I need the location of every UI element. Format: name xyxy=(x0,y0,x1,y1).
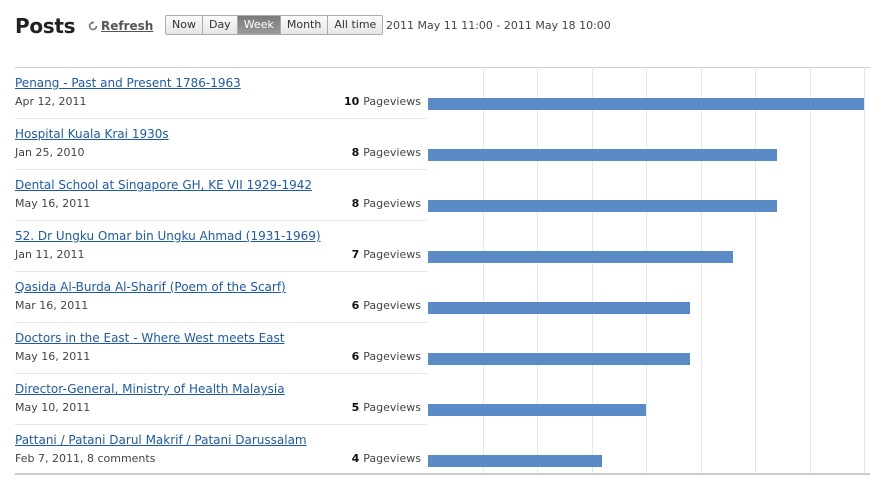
pageview-count: 10 Pageviews xyxy=(344,95,421,108)
pageview-unit: Pageviews xyxy=(363,299,421,312)
posts-stats-table: Penang - Past and Present 1786-1963 Apr 1… xyxy=(15,67,870,475)
table-row: 52. Dr Ungku Omar bin Ungku Ahmad (1931-… xyxy=(15,221,870,272)
pageview-number: 6 xyxy=(351,299,360,312)
post-date: Apr 12, 2011 xyxy=(15,95,87,108)
post-title-link[interactable]: Hospital Kuala Krai 1930s xyxy=(15,127,169,141)
pageview-number: 8 xyxy=(351,197,360,210)
date-range: 2011 May 11 11:00 - 2011 May 18 10:00 xyxy=(386,19,611,32)
pageview-bar xyxy=(428,404,646,416)
pageview-bar xyxy=(428,251,733,263)
refresh-link[interactable]: Refresh xyxy=(88,19,153,33)
post-date: May 16, 2011 xyxy=(15,350,91,363)
post-date: Feb 7, 2011, 8 comments xyxy=(15,452,156,465)
range-month-button[interactable]: Month xyxy=(280,16,329,34)
post-title-link[interactable]: 52. Dr Ungku Omar bin Ungku Ahmad (1931-… xyxy=(15,229,321,243)
post-date: May 16, 2011 xyxy=(15,197,91,210)
table-row: Qasida Al-Burda Al-Sharif (Poem of the S… xyxy=(15,272,870,323)
pageview-unit: Pageviews xyxy=(363,248,421,261)
post-title-link[interactable]: Doctors in the East - Where West meets E… xyxy=(15,331,285,345)
pageview-unit: Pageviews xyxy=(363,452,421,465)
pageview-number: 8 xyxy=(351,146,360,159)
pageview-count: 5 Pageviews xyxy=(352,401,421,414)
table-row: Director-General, Ministry of Health Mal… xyxy=(15,374,870,425)
table-row: Pattani / Patani Darul Makrif / Patani D… xyxy=(15,425,870,476)
pageview-number: 4 xyxy=(351,452,360,465)
pageview-unit: Pageviews xyxy=(363,401,421,414)
pageview-count: 7 Pageviews xyxy=(352,248,421,261)
pageview-bar xyxy=(428,455,602,467)
range-now-button[interactable]: Now xyxy=(166,16,203,34)
post-title-link[interactable]: Dental School at Singapore GH, KE VII 19… xyxy=(15,178,312,192)
table-row: Doctors in the East - Where West meets E… xyxy=(15,323,870,374)
pageview-number: 7 xyxy=(351,248,360,261)
refresh-icon xyxy=(88,21,98,31)
table-row: Penang - Past and Present 1786-1963 Apr 1… xyxy=(15,68,870,119)
post-date: Mar 16, 2011 xyxy=(15,299,89,312)
refresh-label: Refresh xyxy=(101,19,154,33)
page-title: Posts xyxy=(15,14,76,38)
table-row: Hospital Kuala Krai 1930s Jan 25, 2010 8 Pa… xyxy=(15,119,870,170)
pageview-bar xyxy=(428,98,864,110)
pageview-count: 8 Pageviews xyxy=(352,146,421,159)
pageview-bar xyxy=(428,149,777,161)
post-title-link[interactable]: Pattani / Patani Darul Makrif / Patani D… xyxy=(15,433,307,447)
pageview-count: 4 Pageviews xyxy=(352,452,421,465)
post-date: May 10, 2011 xyxy=(15,401,91,414)
range-week-button[interactable]: Week xyxy=(237,16,281,34)
pageview-unit: Pageviews xyxy=(363,95,421,108)
pageview-bar xyxy=(428,200,777,212)
pageview-unit: Pageviews xyxy=(363,197,421,210)
post-title-link[interactable]: Qasida Al-Burda Al-Sharif (Poem of the S… xyxy=(15,280,286,294)
pageview-number: 10 xyxy=(343,95,360,108)
post-date: Jan 25, 2010 xyxy=(15,146,85,159)
pageview-unit: Pageviews xyxy=(363,146,421,159)
range-alltime-button[interactable]: All time xyxy=(328,16,383,34)
pageview-bar xyxy=(428,302,690,314)
pageview-number: 6 xyxy=(351,350,360,363)
pageview-unit: Pageviews xyxy=(363,350,421,363)
pageview-count: 6 Pageviews xyxy=(352,350,421,363)
pageview-number: 5 xyxy=(351,401,360,414)
post-title-link[interactable]: Director-General, Ministry of Health Mal… xyxy=(15,382,285,396)
pageview-count: 6 Pageviews xyxy=(352,299,421,312)
post-title-link[interactable]: Penang - Past and Present 1786-1963 xyxy=(15,76,241,90)
pageview-count: 8 Pageviews xyxy=(352,197,421,210)
range-button-group: Now Day Week Month All time xyxy=(165,15,384,35)
post-date: Jan 11, 2011 xyxy=(15,248,85,261)
pageview-bar xyxy=(428,353,690,365)
range-day-button[interactable]: Day xyxy=(202,16,238,34)
stats-header: Posts Refresh Now Day Week Month All tim… xyxy=(15,12,865,42)
table-row: Dental School at Singapore GH, KE VII 19… xyxy=(15,170,870,221)
